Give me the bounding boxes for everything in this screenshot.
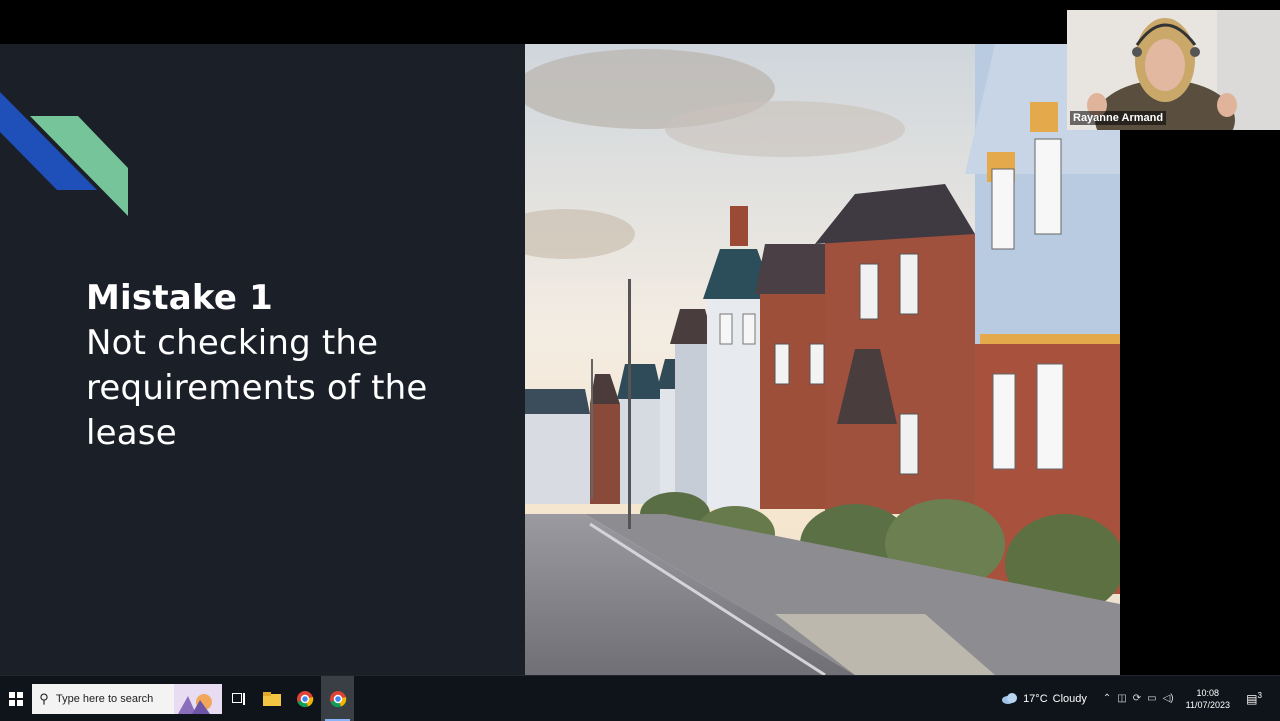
windows-logo-icon — [9, 691, 23, 706]
search-icon: ⚲ — [39, 690, 49, 706]
search-placeholder: Type here to search — [56, 692, 154, 705]
slide-subtitle-line2: requirements of the — [86, 368, 428, 408]
taskbar-clock[interactable]: 10:08 11/07/2023 — [1186, 687, 1230, 711]
chevron-up-icon[interactable]: ⌃ — [1103, 693, 1111, 704]
notification-count: 3 — [1257, 691, 1262, 700]
volume-icon[interactable]: ◁) — [1163, 693, 1174, 704]
windows-start-button[interactable] — [0, 676, 32, 721]
participant-video[interactable]: Rayanne Armand — [1067, 10, 1280, 130]
clock-time: 10:08 — [1196, 687, 1220, 698]
chrome-button[interactable] — [288, 676, 321, 721]
weather-widget[interactable]: 17°C Cloudy — [1002, 693, 1087, 705]
taskbar-search-box[interactable]: ⚲ Type here to search — [32, 683, 222, 714]
sync-icon[interactable]: ⟳ — [1133, 693, 1141, 704]
windows-taskbar: ⚲ Type here to search 17°C Cloudy ⌃ ◫ ⟳ … — [0, 675, 1280, 721]
meeting-icon[interactable]: ◫ — [1117, 693, 1126, 704]
notification-icon: ▤ — [1246, 692, 1258, 706]
cloud-icon — [1002, 693, 1018, 704]
weather-description: Cloudy — [1052, 692, 1087, 705]
system-tray: 17°C Cloudy ⌃ ◫ ⟳ ▭ ◁) 10:08 11/07/2023 … — [1002, 676, 1280, 721]
slide-subtitle-line1: Not checking the — [86, 323, 379, 363]
folder-icon — [262, 691, 281, 706]
task-view-button[interactable] — [222, 676, 255, 721]
search-highlight-art-icon — [174, 683, 222, 714]
presentation-slide: Mistake 1 Not checking the requirements … — [0, 44, 1120, 675]
participant-name-label: Rayanne Armand — [1070, 111, 1167, 125]
task-view-icon — [231, 692, 245, 705]
chrome-active-button[interactable] — [321, 676, 354, 721]
clock-date: 11/07/2023 — [1185, 699, 1230, 710]
slide-title: Mistake 1 — [86, 278, 273, 318]
houses-street-photo — [525, 44, 1120, 675]
file-explorer-button[interactable] — [255, 676, 288, 721]
weather-temperature: 17°C — [1023, 692, 1048, 705]
side-area — [1120, 130, 1280, 675]
chrome-icon — [296, 690, 313, 707]
notification-center-button[interactable]: ▤3 — [1242, 691, 1266, 706]
tray-icons: ⌃ ◫ ⟳ ▭ ◁) — [1103, 693, 1174, 704]
chrome-icon — [329, 690, 346, 707]
slide-subtitle-line3: lease — [86, 413, 177, 453]
slide-accent-graphic — [0, 92, 128, 216]
network-icon[interactable]: ▭ — [1147, 693, 1156, 704]
slide-heading: Mistake 1 Not checking the requirements … — [86, 276, 506, 456]
